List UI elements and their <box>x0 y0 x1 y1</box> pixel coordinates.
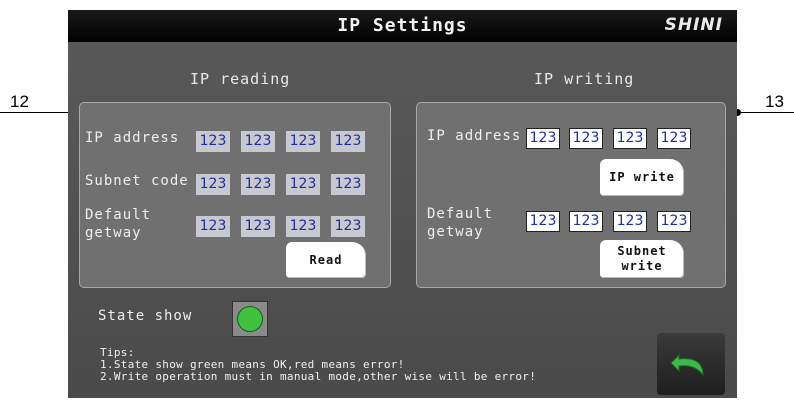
writing-ip-octet-3[interactable]: 123 <box>613 128 647 149</box>
tips-text: Tips: 1.State show green means OK,red me… <box>100 347 536 383</box>
writing-gateway-octet-2[interactable]: 123 <box>569 211 603 232</box>
reading-ip-octet-1: 123 <box>196 131 230 152</box>
state-indicator <box>232 301 268 337</box>
page-title: IP Settings <box>337 15 468 36</box>
ip-reading-panel: IP address 123 123 123 123 Subnet code 1… <box>79 102 391 288</box>
reading-gateway-octet-4: 123 <box>331 216 365 237</box>
brand-logo: SHINI <box>664 15 723 35</box>
read-button[interactable]: Read <box>286 242 366 278</box>
reading-gateway-octet-1: 123 <box>196 216 230 237</box>
title-bar: IP Settings SHINI <box>68 10 737 42</box>
writing-ip-octet-2[interactable]: 123 <box>569 128 603 149</box>
reading-gateway-label-1: Default <box>85 207 152 223</box>
hmi-screen: IP Settings SHINI IP reading IP address … <box>68 10 737 398</box>
reading-subnet-octet-2: 123 <box>241 174 275 195</box>
reading-gateway-octet-3: 123 <box>286 216 320 237</box>
writing-gateway-octet-3[interactable]: 123 <box>613 211 647 232</box>
subnet-write-button[interactable]: Subnet write <box>600 240 684 278</box>
reading-ip-label: IP address <box>85 130 180 146</box>
writing-gateway-octet-1[interactable]: 123 <box>526 211 560 232</box>
callout-13-line <box>738 112 794 113</box>
callout-13: 13 <box>765 92 784 111</box>
reading-gateway-label-2: getway <box>85 225 142 241</box>
reading-subnet-octet-1: 123 <box>196 174 230 195</box>
state-show-label: State show <box>98 308 193 324</box>
writing-gateway-label-2: getway <box>427 224 484 240</box>
status-lamp <box>237 306 263 332</box>
reading-subnet-label: Subnet code <box>85 173 189 189</box>
writing-gateway-octet-4[interactable]: 123 <box>657 211 691 232</box>
tips-line-2: 2.Write operation must in manual mode,ot… <box>100 370 537 383</box>
ip-reading-title: IP reading <box>190 70 291 88</box>
writing-gateway-label-1: Default <box>427 206 494 222</box>
ip-writing-title: IP writing <box>534 70 635 88</box>
writing-ip-label: IP address <box>427 128 522 144</box>
ip-writing-panel: IP address 123 123 123 123 IP write Defa… <box>416 102 726 288</box>
reading-ip-octet-4: 123 <box>331 131 365 152</box>
writing-ip-octet-1[interactable]: 123 <box>526 128 560 149</box>
undo-arrow-icon <box>670 353 704 377</box>
callout-12: 12 <box>10 92 29 111</box>
reading-gateway-octet-2: 123 <box>241 216 275 237</box>
reading-subnet-octet-4: 123 <box>331 174 365 195</box>
subnet-write-label-1: Subnet <box>617 244 667 258</box>
ip-write-button[interactable]: IP write <box>600 159 684 196</box>
writing-ip-octet-4[interactable]: 123 <box>657 128 691 149</box>
reading-ip-octet-2: 123 <box>241 131 275 152</box>
subnet-write-label-2: write <box>621 259 663 273</box>
reading-ip-octet-3: 123 <box>286 131 320 152</box>
reading-subnet-octet-3: 123 <box>286 174 320 195</box>
back-button[interactable] <box>657 333 725 395</box>
